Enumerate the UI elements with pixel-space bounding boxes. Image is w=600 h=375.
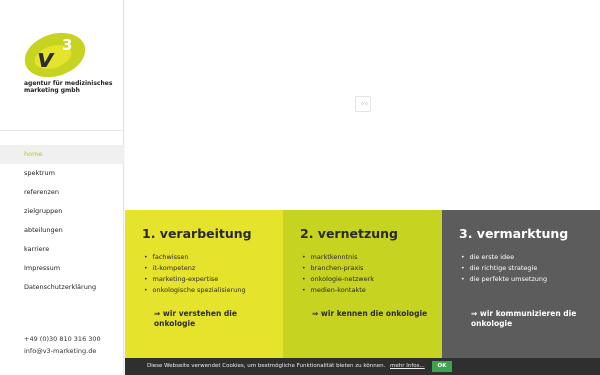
list-item: fachwissen: [144, 252, 283, 263]
sidebar: v 3 agentur für medizinisches marketing …: [0, 0, 124, 375]
column-title: 3. vermarktung: [459, 226, 569, 241]
column-list: die erste idee die richtige strategie di…: [461, 252, 600, 285]
brand-tagline: agentur für medizinisches marketing gmbh: [24, 80, 113, 94]
column-title: 2. vernetzung: [300, 226, 398, 241]
contact-email[interactable]: info@v3-marketing.de: [24, 345, 120, 357]
cookie-more-info-link[interactable]: mehr Infos...: [390, 358, 425, 375]
nav-item-referenzen[interactable]: referenzen: [0, 183, 124, 202]
list-item: die perfekte umsetzung: [461, 274, 600, 285]
column-vernetzung: 2. vernetzung marktkenntnis branchen-pra…: [283, 210, 442, 360]
column-verarbeitung: 1. verarbeitung fachwissen it-kompetenz …: [125, 210, 283, 360]
loading-spinner-icon: ⁘⁘: [355, 96, 371, 112]
nav-item-abteilungen[interactable]: abteilungen: [0, 221, 124, 240]
nav-item-karriere[interactable]: karriere: [0, 240, 124, 259]
cookie-ok-button[interactable]: OK: [432, 361, 452, 372]
list-item: die erste idee: [461, 252, 600, 263]
nav-item-zielgruppen[interactable]: zielgruppen: [0, 202, 124, 221]
list-item: medien-kontakte: [302, 285, 442, 296]
column-list: marktkenntnis branchen-praxis onkologie-…: [302, 252, 442, 296]
contact-phone[interactable]: +49 (0)30 810 316 300: [24, 333, 120, 345]
cookie-message: Diese Webseite verwendet Cookies, um bes…: [147, 363, 386, 369]
list-item: die richtige strategie: [461, 263, 600, 274]
nav-item-home[interactable]: home: [0, 145, 124, 164]
column-vermarktung: 3. vermarktung die erste idee die richti…: [442, 210, 600, 360]
list-item: it-kompetenz: [144, 263, 283, 274]
list-item: onkologie-netzwerk: [302, 274, 442, 285]
nav-item-datenschutz[interactable]: Datenschutzerklärung: [0, 278, 124, 297]
cookie-banner: Diese Webseite verwendet Cookies, um bes…: [125, 358, 600, 375]
list-item: onkologische spezialisierung: [144, 285, 283, 296]
column-list: fachwissen it-kompetenz marketing-expert…: [144, 252, 283, 296]
nav-item-impressum[interactable]: Impressum: [0, 259, 124, 278]
cta-link-kommunizieren[interactable]: ⇒ wir kommunizieren die onkologie: [471, 309, 591, 329]
v3-logo[interactable]: v 3: [22, 26, 92, 78]
main-nav: home spektrum referenzen zielgruppen abt…: [0, 145, 124, 297]
cta-link-verstehen[interactable]: ⇒ wir verstehen die onkologie: [154, 309, 274, 329]
svg-text:3: 3: [62, 36, 72, 54]
list-item: marketing-expertise: [144, 274, 283, 285]
contact-info: +49 (0)30 810 316 300 info@v3-marketing.…: [24, 333, 120, 357]
list-item: branchen-praxis: [302, 263, 442, 274]
svg-text:v: v: [37, 44, 55, 74]
column-title: 1. verarbeitung: [142, 226, 252, 241]
page: v 3 agentur für medizinisches marketing …: [0, 0, 600, 375]
cta-link-kennen[interactable]: ⇒ wir kennen die onkologie: [312, 309, 432, 319]
list-item: marktkenntnis: [302, 252, 442, 263]
nav-item-spektrum[interactable]: spektrum: [0, 164, 124, 183]
sidebar-divider: [0, 130, 123, 131]
